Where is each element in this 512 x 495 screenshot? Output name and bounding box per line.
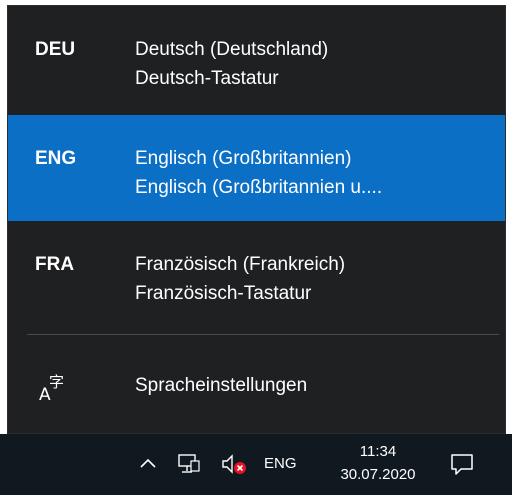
language-item-deu[interactable]: DEU Deutsch (Deutschland) Deutsch-Tastat…: [8, 6, 505, 112]
network-icon[interactable]: [177, 453, 201, 475]
language-name: Deutsch (Deutschland): [135, 39, 329, 60]
volume-muted-icon[interactable]: [220, 452, 248, 476]
language-code: FRA: [35, 254, 75, 275]
keyboard-layout: Englisch (Großbritannien u....: [135, 177, 383, 198]
taskbar: ENG 11:34 30.07.2020: [0, 434, 512, 495]
keyboard-layout: Französisch-Tastatur: [135, 283, 312, 304]
language-name: Französisch (Frankreich): [135, 254, 346, 275]
input-language-flyout: DEU Deutsch (Deutschland) Deutsch-Tastat…: [8, 6, 505, 433]
taskbar-language-indicator[interactable]: ENG: [264, 455, 297, 472]
clock-date[interactable]: 30.07.2020: [328, 465, 428, 485]
clock-time[interactable]: 11:34: [328, 442, 428, 462]
language-name: Englisch (Großbritannien): [135, 148, 352, 169]
language-code: DEU: [35, 39, 76, 60]
language-settings-icon: A 字: [39, 373, 64, 402]
chevron-up-icon[interactable]: [139, 456, 157, 470]
svg-text:字: 字: [49, 373, 64, 391]
language-item-eng[interactable]: ENG Englisch (Großbritannien) Englisch (…: [8, 115, 505, 221]
divider: [27, 334, 499, 335]
notification-icon[interactable]: [449, 451, 475, 477]
keyboard-layout: Deutsch-Tastatur: [135, 68, 279, 89]
language-code: ENG: [35, 148, 77, 169]
language-item-fra[interactable]: FRA Französisch (Frankreich) Französisch…: [8, 221, 505, 327]
language-settings-link[interactable]: A 字 Spracheinstellungen: [8, 342, 505, 433]
language-settings-label: Spracheinstellungen: [135, 375, 308, 396]
